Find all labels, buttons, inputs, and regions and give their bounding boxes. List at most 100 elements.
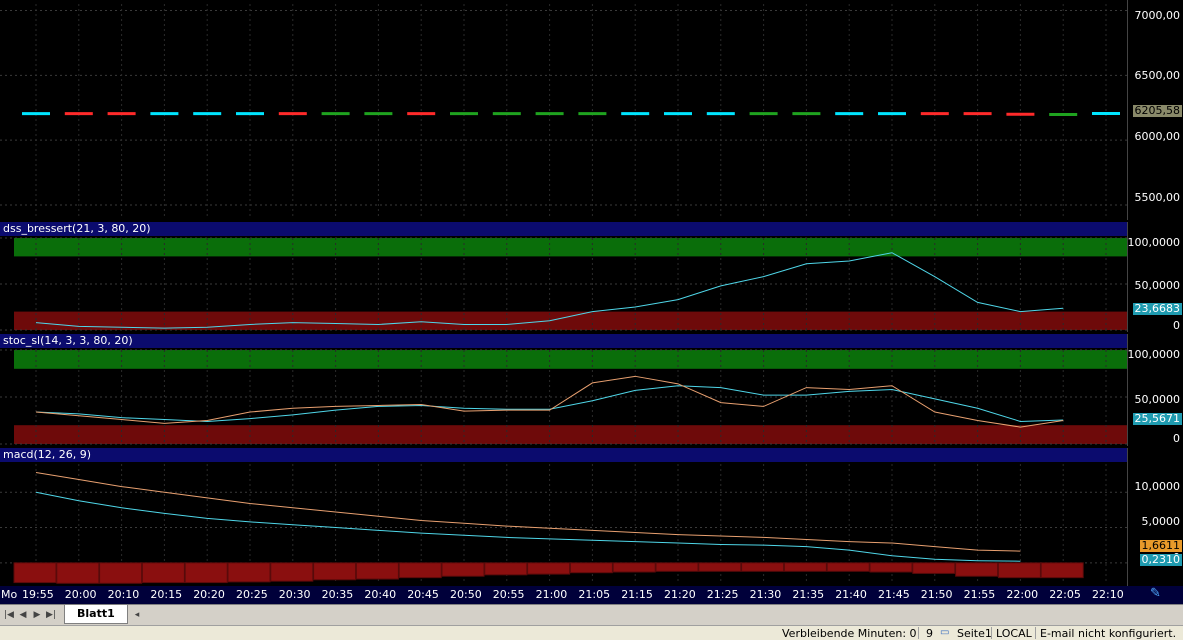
dss-last-value: 23,6683 — [1133, 303, 1183, 315]
price-axis-label: 6500,00 — [1135, 69, 1181, 82]
time-tick-label: 20:20 — [193, 588, 225, 601]
histogram-bar — [1041, 563, 1083, 578]
time-tick-label: 21:45 — [878, 588, 910, 601]
histogram-bar — [228, 563, 270, 582]
dss-chart — [0, 222, 1127, 332]
time-tick-label: 20:45 — [407, 588, 439, 601]
draw-tool-icon[interactable]: ✎ — [1150, 586, 1161, 601]
histogram-bar — [14, 563, 56, 583]
stoc-axis-label: 50,0000 — [1135, 393, 1181, 406]
histogram-bar — [142, 563, 184, 583]
time-tick-label: 20:00 — [65, 588, 97, 601]
next-sheet-icon[interactable]: ▶ — [32, 609, 42, 621]
histogram-bar — [742, 563, 784, 571]
histogram-bar — [485, 563, 527, 575]
status-mode: LOCAL — [996, 627, 1032, 640]
histogram-bar — [570, 563, 612, 573]
macd-last-value-b: 0,2310 — [1140, 554, 1183, 566]
dss-pane[interactable]: dss_bressert(21, 3, 80, 20) — [0, 222, 1130, 332]
time-tick-label: 21:20 — [664, 588, 696, 601]
price-chart — [0, 0, 1127, 220]
monitor-icon: ▭ — [940, 627, 949, 638]
histogram-bar — [656, 563, 698, 571]
series-line — [36, 472, 1020, 551]
histogram-bar — [784, 563, 826, 571]
macd-last-value-a: 1,6611 — [1140, 540, 1183, 552]
time-tick-label: 20:35 — [322, 588, 354, 601]
last-sheet-icon[interactable]: ▶| — [46, 609, 56, 621]
time-tick-label: 22:00 — [1006, 588, 1038, 601]
statusbar: Verbleibende Minuten: 0 9 ▭ Seite1 LOCAL… — [0, 625, 1183, 640]
histogram-bar — [57, 563, 99, 583]
time-tick-label: 21:35 — [792, 588, 824, 601]
histogram-bar — [699, 563, 741, 571]
price-axis-label: 7000,00 — [1135, 9, 1181, 22]
time-tick-label: 20:10 — [108, 588, 140, 601]
dss-axis-label: 50,0000 — [1135, 279, 1181, 292]
macd-pane[interactable]: macd(12, 26, 9) — [0, 448, 1130, 586]
time-tick-label: 20:30 — [279, 588, 311, 601]
histogram-bar — [314, 563, 356, 580]
histogram-bar — [913, 563, 955, 574]
time-tick-label: 21:50 — [921, 588, 953, 601]
price-last-value: 6205,58 — [1133, 105, 1183, 117]
lower-band — [14, 312, 1127, 330]
price-axis-label: 6000,00 — [1135, 130, 1181, 143]
histogram-bar — [271, 563, 313, 581]
upper-band — [14, 350, 1127, 369]
histogram-bar — [356, 563, 398, 579]
time-tick-label: 22:05 — [1049, 588, 1081, 601]
macd-axis: 10,0000 5,0000 0 1,6611 0,2310 — [1127, 448, 1183, 586]
histogram-bar — [442, 563, 484, 576]
dss-axis-label: 100,0000 — [1128, 236, 1181, 249]
price-axis: 7000,00 6500,00 6000,00 5500,00 6205,58 — [1127, 0, 1183, 220]
time-tick-label: 20:55 — [493, 588, 525, 601]
stoc-pane[interactable]: stoc_sl(14, 3, 3, 80, 20) — [0, 334, 1130, 446]
time-tick-label: 21:25 — [707, 588, 739, 601]
stoc-axis: 100,0000 50,0000 0 25,5671 — [1127, 334, 1183, 446]
histogram-bar — [613, 563, 655, 572]
histogram-bar — [399, 563, 441, 578]
status-count: 9 — [926, 627, 933, 640]
prev-sheet-icon[interactable]: ◀ — [18, 609, 28, 621]
histogram-bar — [100, 563, 142, 583]
time-tick-label: 21:55 — [964, 588, 996, 601]
histogram-bar — [827, 563, 869, 571]
time-tick-label: 22:10 — [1092, 588, 1124, 601]
time-tick-label: 21:15 — [621, 588, 653, 601]
lower-band — [14, 425, 1127, 444]
histogram-bar — [956, 563, 998, 576]
price-pane[interactable] — [0, 0, 1130, 220]
time-tick-label: 20:40 — [364, 588, 396, 601]
time-tick-label: 21:40 — [835, 588, 867, 601]
macd-axis-label: 5,0000 — [1142, 515, 1181, 528]
histogram-bar — [870, 563, 912, 572]
status-email: E-mail nicht konfiguriert. — [1040, 627, 1176, 640]
time-tick-label: 20:50 — [450, 588, 482, 601]
histogram-bar — [528, 563, 570, 574]
time-tick-label: 19:55 — [22, 588, 54, 601]
stoc-axis-label: 0 — [1173, 432, 1180, 445]
time-tick-label: 21:00 — [536, 588, 568, 601]
time-tick-label: 21:05 — [578, 588, 610, 601]
tab-scroll-icon[interactable]: ◂ — [132, 609, 142, 621]
macd-chart — [0, 448, 1127, 586]
dss-axis: 100,0000 50,0000 0 23,6683 — [1127, 222, 1183, 332]
histogram-bar — [998, 563, 1040, 578]
time-tick-label: 20:15 — [150, 588, 182, 601]
first-sheet-icon[interactable]: |◀ — [4, 609, 14, 621]
macd-axis-label: 10,0000 — [1135, 480, 1181, 493]
status-remaining: Verbleibende Minuten: 0 — [782, 627, 917, 640]
time-tick-label: 20:25 — [236, 588, 268, 601]
status-page: Seite1 — [957, 627, 992, 640]
sheet-tab[interactable]: Blatt1 — [64, 605, 128, 624]
stoc-axis-label: 100,0000 — [1128, 348, 1181, 361]
price-axis-label: 5500,00 — [1135, 191, 1181, 204]
sheet-tabbar: |◀ ◀ ▶ ▶| Blatt1 ◂ — [0, 604, 1183, 625]
upper-band — [14, 238, 1127, 256]
time-axis-day: Mo — [1, 588, 17, 601]
histogram-bar — [185, 563, 227, 583]
dss-axis-label: 0 — [1173, 319, 1180, 332]
stoc-chart — [0, 334, 1127, 446]
stoc-last-value: 25,5671 — [1133, 413, 1183, 425]
